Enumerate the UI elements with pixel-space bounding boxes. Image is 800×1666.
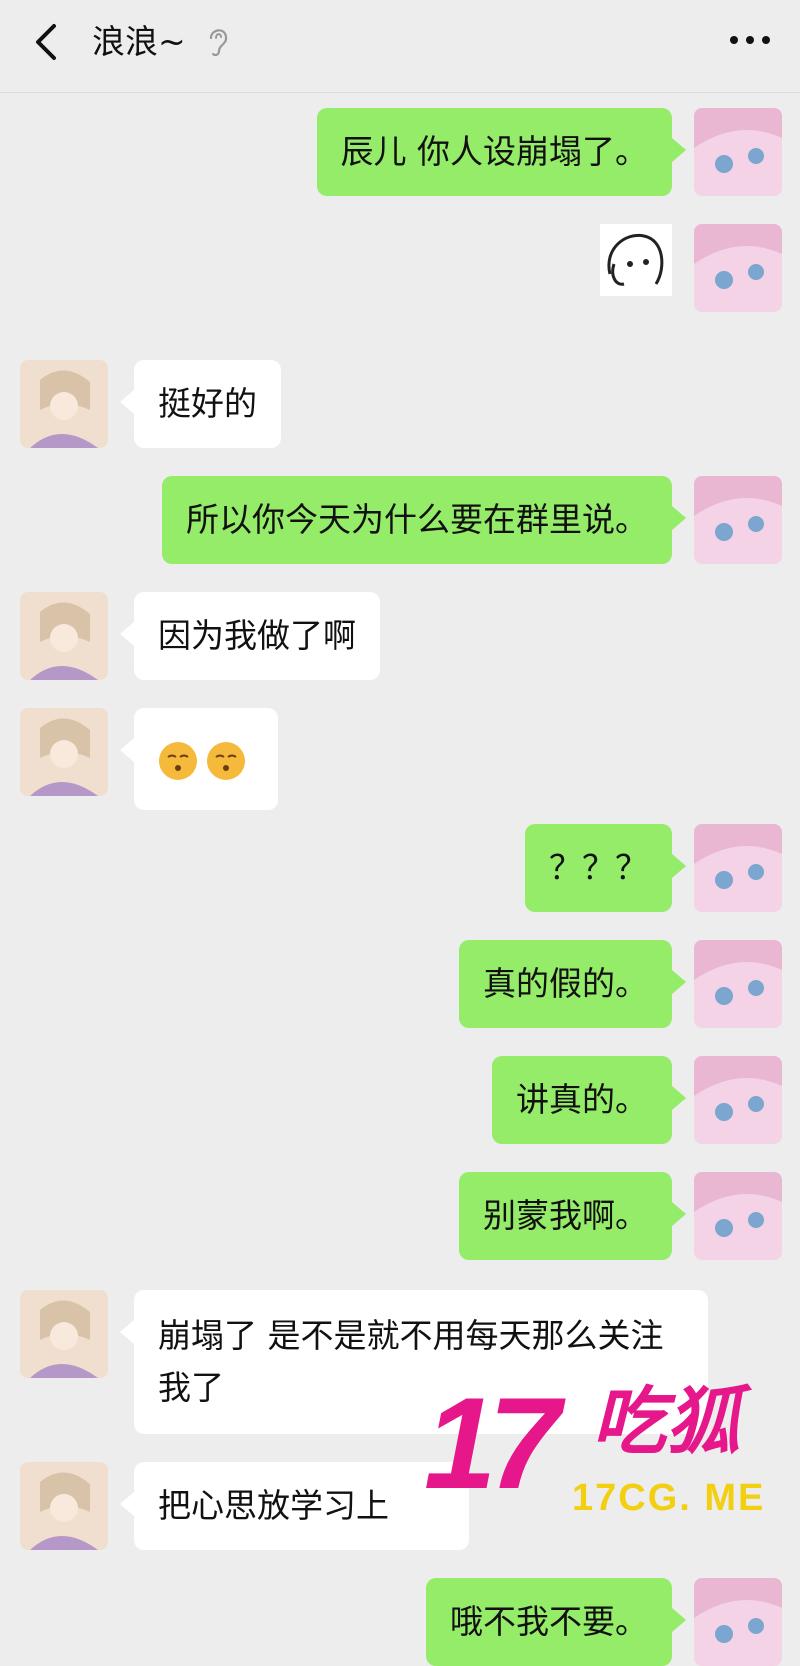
watermark-url: 17CG. ME	[572, 1477, 766, 1519]
my-avatar[interactable]	[694, 1056, 782, 1144]
message-row: 别蒙我啊。	[0, 1172, 800, 1260]
message-bubble[interactable]: 别蒙我啊。	[459, 1172, 686, 1260]
kissing-face-icon	[207, 741, 245, 780]
message-bubble[interactable]: 辰儿 你人设崩塌了。	[316, 108, 686, 196]
message-bubble[interactable]: 把心思放学习上	[120, 1462, 469, 1550]
my-avatar[interactable]	[694, 108, 782, 196]
chevron-left-icon[interactable]	[28, 18, 68, 66]
message-row: ？？？	[0, 824, 800, 912]
message-bubble[interactable]: 讲真的。	[492, 1056, 686, 1144]
message-row: 辰儿 你人设崩塌了。	[0, 108, 800, 196]
message-row: 哦不我不要。	[0, 1578, 800, 1666]
watermark-text: 吃狐	[592, 1379, 740, 1465]
my-avatar[interactable]	[694, 1172, 782, 1260]
message-row: 因为我做了啊	[0, 592, 800, 680]
more-dots-icon[interactable]	[728, 28, 772, 52]
message-bubble[interactable]: 哦不我不要。	[426, 1578, 686, 1666]
chat-title: 浪浪~	[92, 22, 186, 61]
my-avatar[interactable]	[694, 224, 782, 312]
contact-avatar[interactable]	[20, 1462, 108, 1550]
message-row: 所以你今天为什么要在群里说。	[0, 476, 800, 564]
my-avatar[interactable]	[694, 940, 782, 1028]
message-row	[0, 224, 800, 312]
message-row: 挺好的	[0, 360, 800, 448]
contact-avatar[interactable]	[20, 360, 108, 448]
emoji-bubble[interactable]	[120, 708, 278, 810]
contact-avatar[interactable]	[20, 592, 108, 680]
my-avatar[interactable]	[694, 1578, 782, 1666]
message-row: 真的假的。	[0, 940, 800, 1028]
contact-avatar[interactable]	[20, 708, 108, 796]
message-bubble[interactable]: ？？？	[525, 824, 686, 912]
kissing-face-icon	[159, 741, 197, 780]
my-avatar[interactable]	[694, 824, 782, 912]
my-avatar[interactable]	[694, 476, 782, 564]
message-bubble[interactable]: 挺好的	[120, 360, 281, 448]
message-bubble[interactable]: 真的假的。	[459, 940, 686, 1028]
contact-avatar[interactable]	[20, 1290, 108, 1378]
message-row	[0, 708, 800, 810]
message-row: 讲真的。	[0, 1056, 800, 1144]
watermark-number: 17	[424, 1370, 561, 1516]
watermark: 17 吃狐 17CG. ME	[424, 1378, 784, 1538]
ear-icon	[209, 29, 228, 57]
message-bubble[interactable]: 所以你今天为什么要在群里说。	[162, 476, 686, 564]
message-bubble[interactable]: 因为我做了啊	[120, 592, 380, 680]
chat-header: 浪浪~	[0, 0, 800, 93]
sketch-face-sticker[interactable]	[600, 224, 672, 296]
